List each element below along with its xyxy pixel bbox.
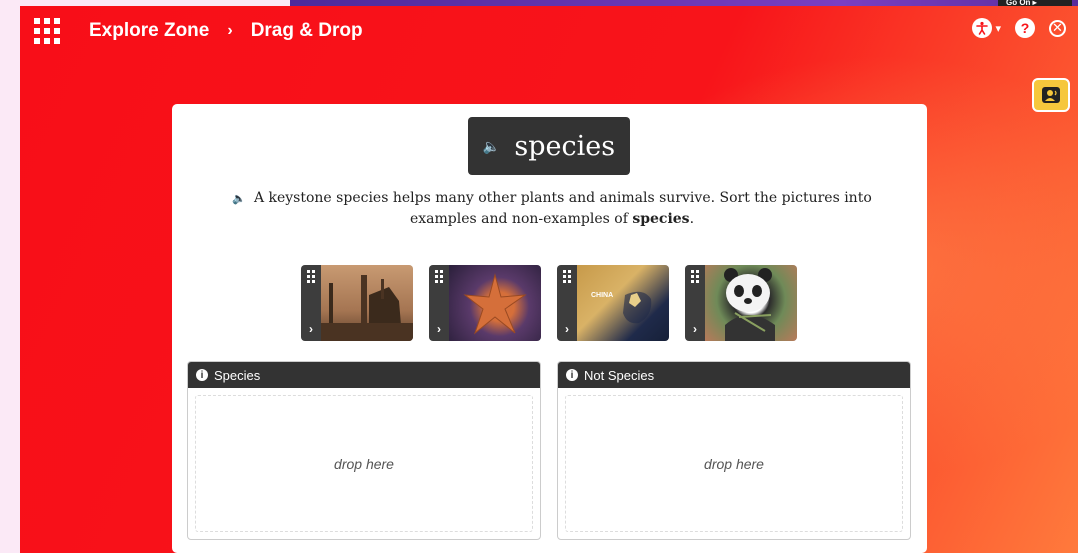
china-map-image: CHINA <box>577 265 669 341</box>
instruction-bold-word: species <box>632 211 690 227</box>
header-actions: ▾ ? ✕ <box>972 18 1066 38</box>
drag-handle[interactable]: › <box>685 265 705 341</box>
drag-handle[interactable]: › <box>429 265 449 341</box>
chevron-right-icon: › <box>309 322 313 336</box>
starfish-image <box>449 265 541 341</box>
speaker-person-icon <box>1042 87 1060 103</box>
breadcrumb-drag-drop: Drag & Drop <box>250 20 363 41</box>
chevron-down-icon: ▾ <box>995 22 1001 35</box>
panda-image <box>705 265 797 341</box>
chevron-right-icon: › <box>565 322 569 336</box>
drop-zone-title: Not Species <box>584 367 655 383</box>
drop-zone-header: i Not Species <box>558 362 910 388</box>
app-window: Explore Zone › Drag & Drop ▾ ? ✕ 🔈 speci… <box>20 6 1078 553</box>
draggable-item-factory[interactable]: › <box>301 265 413 341</box>
draggable-item-starfish[interactable]: › <box>429 265 541 341</box>
speaker-icon[interactable]: 🔈 <box>232 192 246 205</box>
header: Explore Zone › Drag & Drop ▾ ? ✕ <box>20 6 1078 58</box>
chevron-right-icon: › <box>227 22 233 39</box>
factory-image <box>321 265 413 341</box>
map-label: CHINA <box>591 292 614 299</box>
breadcrumb-explore-zone[interactable]: Explore Zone <box>89 20 209 42</box>
instruction-text: 🔈 A keystone species helps many other pla… <box>202 188 902 230</box>
drag-handle[interactable]: › <box>301 265 321 341</box>
read-aloud-button[interactable] <box>1032 78 1070 112</box>
help-button[interactable]: ? <box>1015 18 1035 38</box>
drop-area[interactable]: drop here <box>565 395 903 532</box>
chevron-right-icon: › <box>693 322 697 336</box>
drop-zone-species[interactable]: i Species drop here <box>187 361 541 540</box>
info-icon[interactable]: i <box>196 369 208 381</box>
vocabulary-word-button[interactable]: 🔈 species <box>468 117 630 175</box>
drag-dots-icon <box>563 270 571 283</box>
drag-dots-icon <box>435 270 443 283</box>
accessibility-menu-button[interactable]: ▾ <box>972 18 1001 38</box>
drop-area[interactable]: drop here <box>195 395 533 532</box>
draggable-item-china-map[interactable]: › CHINA <box>557 265 669 341</box>
info-icon[interactable]: i <box>566 369 578 381</box>
drag-handle[interactable]: › <box>557 265 577 341</box>
breadcrumb: Explore Zone › Drag & Drop <box>89 20 363 42</box>
instruction-end: . <box>689 211 695 227</box>
vocabulary-word: species <box>514 130 616 162</box>
chevron-right-icon: › <box>437 322 441 336</box>
draggable-items: › › › CHINA › <box>301 265 797 341</box>
accessibility-icon <box>972 18 993 38</box>
drag-dots-icon <box>691 270 699 283</box>
drag-dots-icon <box>307 270 315 283</box>
draggable-item-panda[interactable]: › <box>685 265 797 341</box>
close-button[interactable]: ✕ <box>1049 19 1066 37</box>
drop-zone-title: Species <box>214 367 261 383</box>
drop-zone-header: i Species <box>188 362 540 388</box>
instruction-body: A keystone species helps many other plan… <box>253 190 872 227</box>
activity-card: 🔈 species 🔈 A keystone species helps many… <box>172 104 927 553</box>
apps-grid-icon[interactable] <box>34 18 60 44</box>
speaker-icon: 🔈 <box>482 137 501 154</box>
drop-zone-not-species[interactable]: i Not Species drop here <box>557 361 911 540</box>
